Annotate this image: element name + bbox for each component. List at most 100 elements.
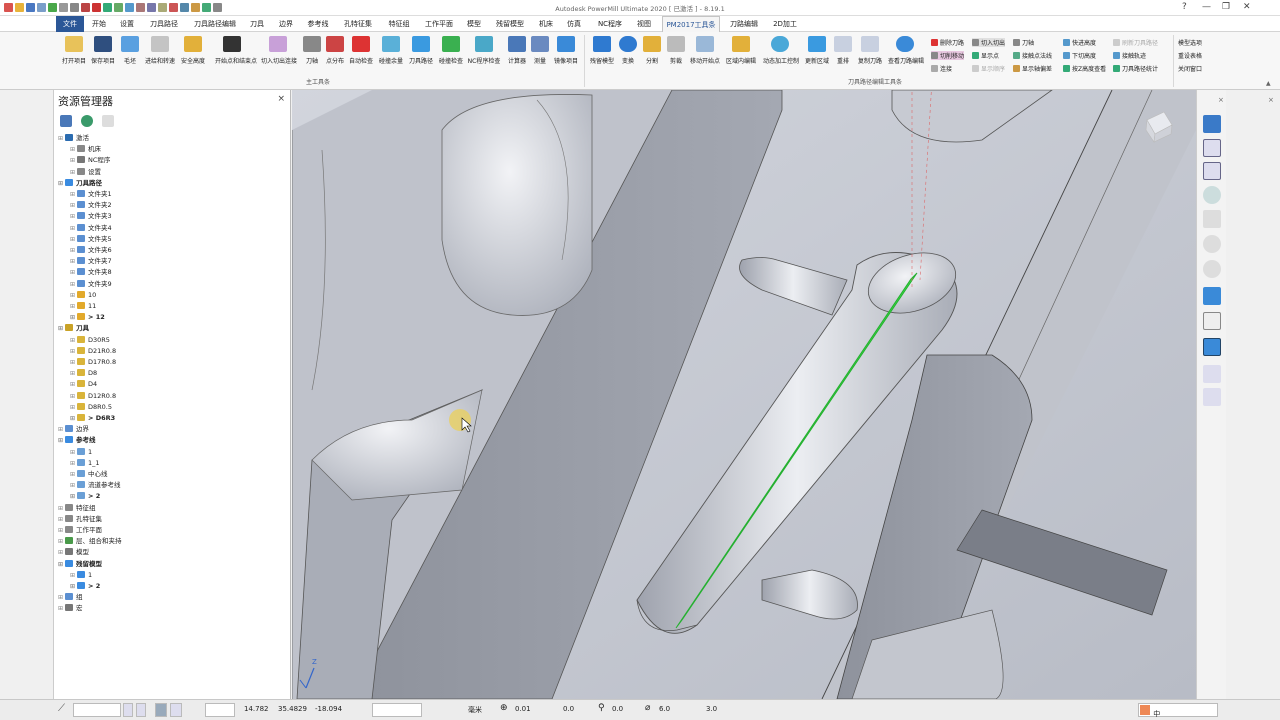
nc-check-button[interactable]: NC程序检查 xyxy=(467,36,501,65)
ime-toolbar[interactable]: 中 xyxy=(1138,703,1218,718)
tab-pm2017-toolbar[interactable]: PM2017工具条 xyxy=(662,16,720,32)
status-icon[interactable] xyxy=(155,703,167,717)
expand-icon[interactable]: ⊞ xyxy=(70,358,77,368)
expand-icon[interactable]: ⊞ xyxy=(70,168,77,178)
expand-icon[interactable]: ⊞ xyxy=(58,560,65,570)
expand-icon[interactable]: ⊞ xyxy=(70,235,77,245)
expand-icon[interactable]: ⊞ xyxy=(70,336,77,346)
expand-icon[interactable]: ⊞ xyxy=(58,526,65,536)
tab-stock-model[interactable]: 残留模型 xyxy=(492,16,528,32)
select-arrow-icon[interactable] xyxy=(1203,388,1221,406)
expand-icon[interactable]: ⊞ xyxy=(58,179,65,189)
tree-item[interactable]: ⊞ 文件夹7 xyxy=(70,256,112,266)
expand-icon[interactable]: ⊞ xyxy=(70,302,77,312)
tab-setup[interactable]: 设置 xyxy=(114,16,140,32)
tree-item[interactable]: ⊞ 11 xyxy=(70,301,96,311)
toolbar-close-icon[interactable]: × xyxy=(1218,96,1224,104)
tree-item[interactable]: ⊞ 残留模型 xyxy=(58,559,102,569)
expand-icon[interactable]: ⊞ xyxy=(58,515,65,525)
tree-item[interactable]: ⊞ 模型 xyxy=(58,547,89,557)
tree-item[interactable]: ⊞ 激活 xyxy=(58,133,89,143)
toolpath-stats-button[interactable]: 刀具路径统计 xyxy=(1113,64,1158,73)
expand-icon[interactable]: ⊞ xyxy=(70,268,77,278)
expand-icon[interactable]: ⊞ xyxy=(70,156,77,166)
tab-workplane[interactable]: 工作平面 xyxy=(420,16,458,32)
zoom-in-icon[interactable] xyxy=(1203,235,1221,253)
expand-icon[interactable]: ⊞ xyxy=(70,201,77,211)
rapid-height-small-button[interactable]: 快进高度 xyxy=(1063,38,1096,47)
rapid-height-button[interactable]: 安全高度 xyxy=(176,36,210,65)
contact-path-button[interactable]: 接触轨迹 xyxy=(1113,51,1146,60)
tree-item[interactable]: ⊞ 参考线 xyxy=(58,435,96,445)
tree-item[interactable]: ⊞ 1 xyxy=(70,570,92,580)
expand-icon[interactable]: ⊞ xyxy=(70,448,77,458)
view-top-icon[interactable] xyxy=(1203,115,1221,133)
tree-item[interactable]: ⊞ 文件夹6 xyxy=(70,245,112,255)
collapse-ribbon-icon[interactable]: ▲ xyxy=(1266,80,1271,87)
tab-start[interactable]: 开始 xyxy=(86,16,112,32)
explorer-delete-icon[interactable] xyxy=(102,115,114,127)
expand-icon[interactable]: ⊞ xyxy=(70,347,77,357)
minimize-icon[interactable]: — xyxy=(1202,2,1211,12)
feeds-speeds-button[interactable]: 进给和转速 xyxy=(143,36,177,65)
expand-icon[interactable]: ⊞ xyxy=(70,313,77,323)
tree-item[interactable]: ⊞ 边界 xyxy=(58,424,89,434)
graphics-viewport[interactable]: Z xyxy=(292,90,1196,699)
expand-icon[interactable]: ⊞ xyxy=(70,145,77,155)
expand-icon[interactable]: ⊞ xyxy=(58,537,65,547)
tree-item[interactable]: ⊞ D30R5 xyxy=(70,335,110,345)
tree-item[interactable]: ⊞ 1 xyxy=(70,447,92,457)
diameter-value[interactable]: 6.0 xyxy=(659,705,670,713)
explorer-close-icon[interactable]: × xyxy=(277,94,285,104)
expand-icon[interactable]: ⊞ xyxy=(70,280,77,290)
status-icon[interactable] xyxy=(136,703,146,717)
status-icon[interactable] xyxy=(123,703,133,717)
tree-item[interactable]: ⊞ D12R0.8 xyxy=(70,391,116,401)
tree-item[interactable]: ⊞ 特征组 xyxy=(58,503,96,513)
expand-icon[interactable]: ⊞ xyxy=(58,504,65,514)
tree-item[interactable]: ⊞ 文件夹5 xyxy=(70,234,112,244)
move-start-point-button[interactable]: 移动开始点 xyxy=(688,36,722,65)
tab-toolpath-edit[interactable]: 刀具路径编辑 xyxy=(188,16,242,32)
tab-model[interactable]: 模型 xyxy=(462,16,486,32)
plunge-height-button[interactable]: 下切高度 xyxy=(1063,51,1096,60)
tree-item[interactable]: ⊞ > 2 xyxy=(70,581,100,591)
zoom-out-icon[interactable] xyxy=(1203,260,1221,278)
workplane-icon[interactable]: ⟋ xyxy=(58,703,65,714)
expand-icon[interactable]: ⊞ xyxy=(70,190,77,200)
expand-icon[interactable]: ⊞ xyxy=(58,436,65,446)
expand-icon[interactable]: ⊞ xyxy=(58,604,65,614)
expand-icon[interactable]: ⊞ xyxy=(70,224,77,234)
tab-view[interactable]: 视图 xyxy=(632,16,656,32)
tree-item[interactable]: ⊞ 刀具 xyxy=(58,323,89,333)
tree-item[interactable]: ⊞ 文件夹2 xyxy=(70,200,112,210)
links-button[interactable]: 连接 xyxy=(931,64,952,73)
tab-boundary[interactable]: 边界 xyxy=(274,16,298,32)
reset-table-button[interactable]: 重设表格 xyxy=(1178,51,1202,60)
tree-item[interactable]: ⊞ 组 xyxy=(58,592,83,602)
expand-icon[interactable]: ⊞ xyxy=(58,548,65,558)
radial-value[interactable]: 0.0 xyxy=(612,705,623,713)
expand-icon[interactable]: ⊞ xyxy=(70,481,77,491)
axis-deviation-button[interactable]: 显示轴偏差 xyxy=(1013,64,1052,73)
shaded-wire-icon[interactable] xyxy=(1203,338,1221,356)
wireframe-icon[interactable] xyxy=(1203,312,1221,330)
tree-item[interactable]: ⊞ D8 xyxy=(70,368,97,378)
tab-nc-program[interactable]: NC程序 xyxy=(592,16,628,32)
tree-item[interactable]: ⊞ 工作平面 xyxy=(58,525,102,535)
tree-item[interactable]: ⊞ 宏 xyxy=(58,603,83,613)
delete-toolpath-button[interactable]: 删除刀路 xyxy=(931,38,964,47)
leads-links-button[interactable]: 切入切出连接 xyxy=(261,36,297,65)
explorer-home-icon[interactable] xyxy=(60,115,72,127)
tab-pattern[interactable]: 参考线 xyxy=(302,16,334,32)
tab-tools[interactable]: 刀具 xyxy=(246,16,268,32)
cutting-moves-button[interactable]: 切削移动 xyxy=(931,51,965,60)
expand-icon[interactable]: ⊞ xyxy=(58,324,65,334)
refresh-toolpath-button[interactable]: 刷新刀具路径 xyxy=(1113,38,1158,47)
tolerance-value[interactable]: 0.01 xyxy=(515,705,531,713)
select-icon[interactable] xyxy=(1203,365,1221,383)
expand-icon[interactable]: ⊞ xyxy=(70,582,77,592)
region-edit-button[interactable]: 区域内编辑 xyxy=(724,36,758,65)
tree-item[interactable]: ⊞ > 2 xyxy=(70,491,100,501)
close-window-button[interactable]: 关闭窗口 xyxy=(1178,64,1202,73)
